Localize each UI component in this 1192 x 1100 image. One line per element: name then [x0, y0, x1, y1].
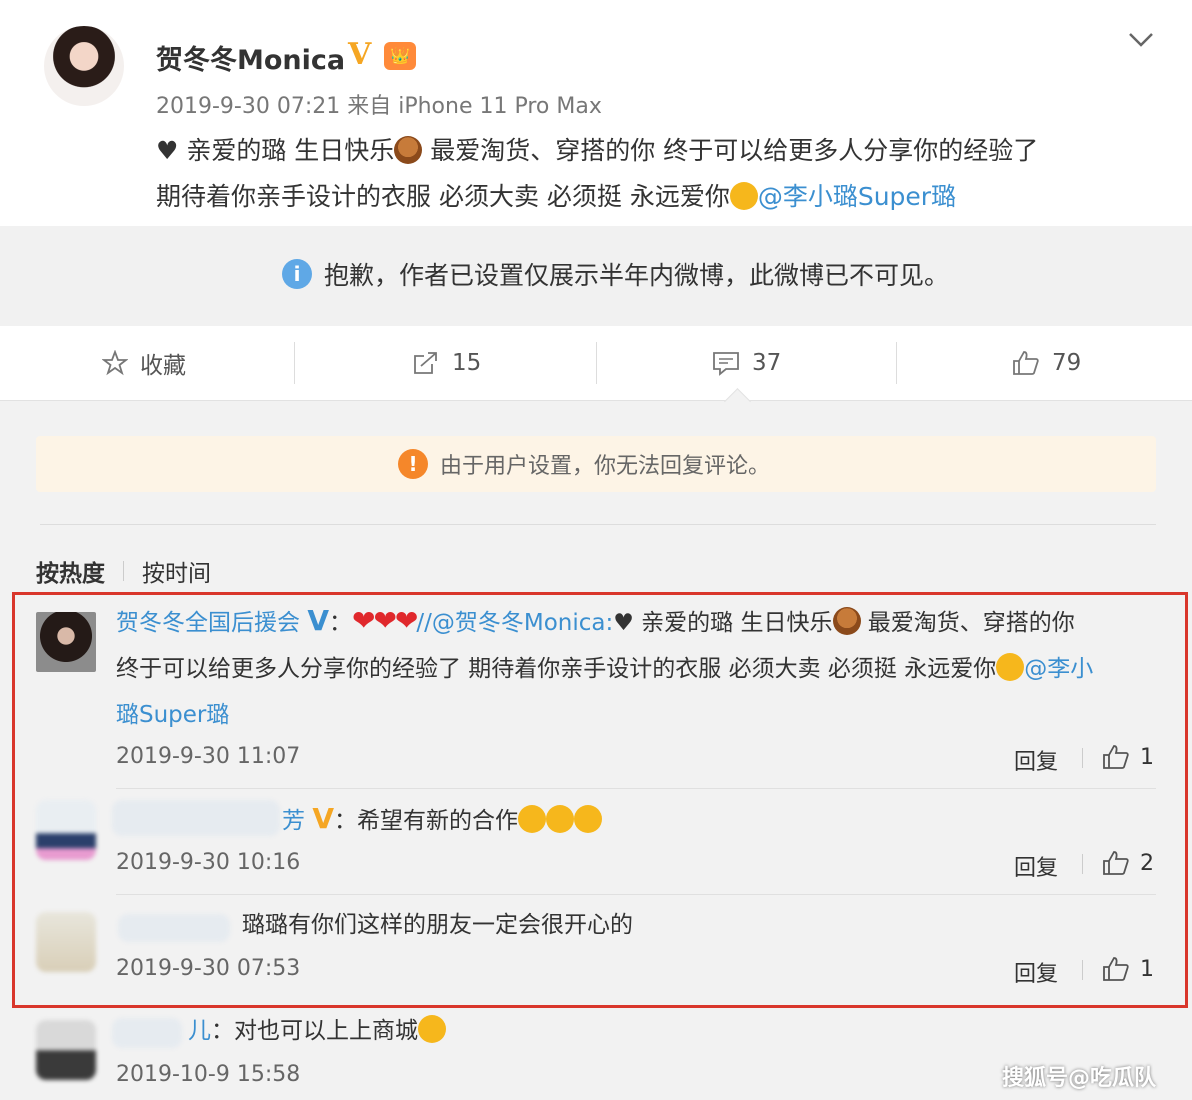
comment-count: 37	[752, 350, 782, 376]
commenter-name-suffix[interactable]: 儿	[188, 1018, 211, 1044]
favorite-button[interactable]: 收藏	[102, 326, 186, 400]
reply-disabled-banner: ! 由于用户设置，你无法回复评论。	[36, 436, 1156, 492]
blurred-username	[112, 1018, 182, 1048]
sort-divider	[123, 561, 124, 581]
post-content-part-c: 期待着你亲手设计的衣服 必须大卖 必须挺 永远爱你	[156, 182, 730, 211]
post-content-part-b: 最爱淘货、穿搭的你 终于可以给更多人分享你的经验了	[422, 136, 1039, 165]
cake-emoji-icon	[394, 136, 423, 164]
action-divider	[294, 342, 295, 384]
comment-time: 2019-10-9 15:58	[116, 1062, 301, 1087]
heart-eyes-emoji-icon	[418, 1015, 446, 1043]
post-content: ♥ 亲爱的璐 生日快乐 最爱淘货、穿搭的你 终于可以给更多人分享你的经验了 期待…	[156, 128, 1156, 220]
info-icon: i	[282, 259, 312, 289]
highlight-box	[12, 592, 1188, 1008]
post-meta: 2019-9-30 07:21 来自 iPhone 11 Pro Max	[156, 94, 602, 119]
comment-content: 儿：对也可以上上商城	[188, 1008, 446, 1054]
sort-by-hot-tab[interactable]: 按热度	[36, 554, 105, 588]
action-divider	[596, 342, 597, 384]
chevron-down-icon[interactable]	[1126, 24, 1156, 54]
like-count: 79	[1052, 350, 1082, 376]
comment-icon	[713, 352, 739, 376]
post-content-part-a: ♥ 亲爱的璐 生日快乐	[156, 136, 395, 165]
repost-count: 15	[452, 350, 482, 376]
post-mention-link[interactable]: @李小璐Super璐	[758, 182, 956, 211]
comment-text: ：对也可以上上商城	[211, 1018, 418, 1044]
favorite-label: 收藏	[140, 353, 186, 379]
verified-badge-icon: V	[348, 37, 372, 72]
comment-button[interactable]: 37	[712, 326, 781, 400]
author-name[interactable]: 贺冬冬Monica	[156, 38, 345, 77]
share-icon	[414, 352, 437, 374]
vip-crown-icon: 👑	[384, 42, 416, 70]
thumbs-up-icon	[1013, 351, 1039, 375]
hidden-notice-bar: i 抱歉，作者已设置仅展示半年内微博，此微博已不可见。	[0, 226, 1192, 326]
commenter-avatar[interactable]	[36, 1020, 96, 1080]
hidden-notice-text: 抱歉，作者已设置仅展示半年内微博，此微博已不可见。	[324, 261, 950, 290]
warning-icon: !	[398, 449, 428, 479]
sort-by-time-tab[interactable]: 按时间	[142, 554, 211, 588]
action-bar: 收藏 15 37 79	[0, 326, 1192, 401]
divider	[40, 524, 1156, 525]
repost-button[interactable]: 15	[412, 326, 481, 400]
author-avatar[interactable]	[44, 26, 124, 106]
watermark: 搜狐号@吃瓜队	[1002, 1066, 1157, 1091]
star-icon	[102, 350, 128, 376]
like-button[interactable]: 79	[1012, 326, 1081, 400]
reply-disabled-text: 由于用户设置，你无法回复评论。	[440, 454, 771, 479]
comment-sort-tabs: 按热度 按时间	[36, 554, 211, 588]
action-divider	[896, 342, 897, 384]
heart-eyes-emoji-icon	[729, 182, 758, 210]
